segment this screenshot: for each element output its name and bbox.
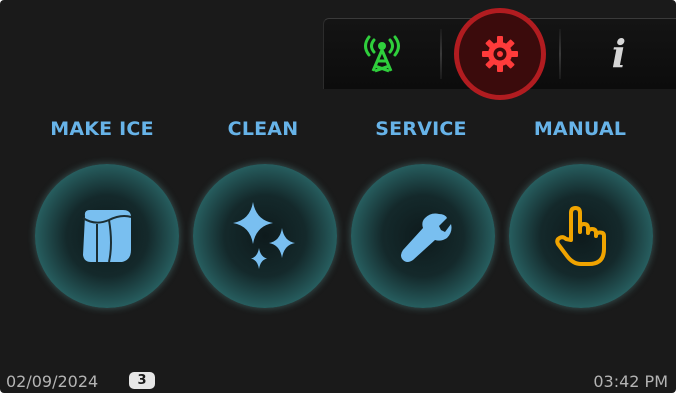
gear-icon: [482, 36, 519, 72]
top-toolbar: i: [323, 8, 676, 100]
settings-button[interactable]: [442, 8, 558, 100]
clean-button[interactable]: [193, 164, 337, 308]
time-display: 03:42 PM: [593, 372, 668, 391]
sparkle-icon: [233, 202, 295, 269]
wrench-icon: [401, 213, 452, 262]
service-label: SERVICE: [375, 118, 467, 140]
hand-pointer-icon: [555, 206, 606, 266]
service-button[interactable]: [351, 164, 495, 308]
make-ice-button[interactable]: [35, 164, 179, 308]
date-display: 02/09/2024: [6, 372, 99, 391]
manual-button[interactable]: [509, 164, 653, 308]
network-button[interactable]: [324, 19, 440, 89]
notification-badge[interactable]: 3: [129, 372, 155, 389]
ice-cube-icon: [82, 210, 132, 263]
radio-tower-icon: [364, 35, 401, 73]
clean-label: CLEAN: [227, 118, 299, 140]
make-ice-label: MAKE ICE: [50, 118, 154, 140]
info-icon: i: [611, 31, 627, 76]
info-button[interactable]: i: [561, 19, 676, 89]
manual-label: MANUAL: [533, 118, 627, 140]
touchscreen-home: i MAKE ICE CLEAN SERVICE MANUAL 02/09/20…: [0, 0, 676, 393]
